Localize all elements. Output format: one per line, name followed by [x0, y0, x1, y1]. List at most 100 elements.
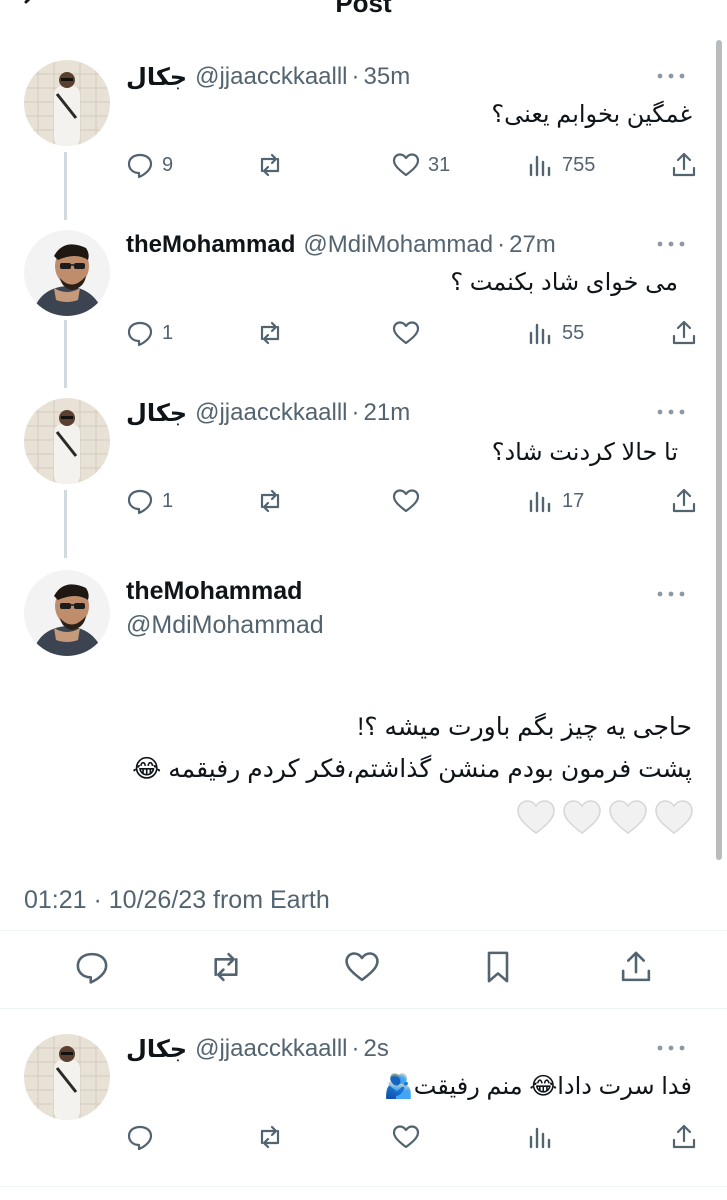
- reply-icon: [76, 952, 108, 984]
- tweet-header: جکال @jjaacckkaalll · 2s: [126, 1032, 686, 1066]
- like-button[interactable]: 31: [392, 148, 450, 182]
- scrollbar[interactable]: [716, 40, 722, 860]
- tweet-text: حاجی یه چیز بگم باورت میشه ؟! پشت فرمون …: [132, 706, 692, 790]
- more-options-icon[interactable]: [654, 402, 688, 422]
- reply-icon: [127, 321, 153, 347]
- like-count: 31: [428, 153, 451, 176]
- user-handle[interactable]: @MdiMohammad: [303, 231, 493, 259]
- like-button[interactable]: [392, 316, 428, 350]
- user-handle[interactable]: @jjaacckkaalll: [195, 63, 347, 91]
- views-button[interactable]: [526, 1120, 562, 1154]
- heart-icon: [392, 1125, 420, 1149]
- thread-line: [64, 320, 67, 388]
- retweet-icon: [260, 489, 280, 513]
- user-handle[interactable]: @jjaacckkaalll: [195, 399, 347, 427]
- tweet-text: تا حالا کردنت شاد؟: [491, 439, 678, 466]
- reply-button[interactable]: 1: [126, 484, 173, 518]
- like-button[interactable]: [392, 1120, 428, 1154]
- reply-button[interactable]: 9: [126, 148, 173, 182]
- views-icon: [529, 323, 551, 345]
- more-options-icon[interactable]: [654, 234, 688, 254]
- views-button[interactable]: 55: [526, 316, 584, 350]
- avatar[interactable]: [24, 570, 110, 656]
- reply-button[interactable]: [126, 1120, 162, 1154]
- share-icon: [672, 152, 696, 177]
- user-handle[interactable]: @MdiMohammad: [126, 608, 324, 642]
- views-icon: [529, 1127, 551, 1149]
- more-options-icon[interactable]: [654, 1038, 688, 1058]
- reply-icon: [127, 153, 153, 179]
- tweet-text: غمگین بخوابم یعنی؟: [491, 101, 692, 128]
- retweet-button[interactable]: [256, 148, 292, 182]
- top-bar: Post: [0, 0, 727, 30]
- timestamp[interactable]: 2s: [364, 1035, 389, 1063]
- heart-icon: [392, 153, 420, 177]
- tweet-text-line: پشت فرمون بودم منشن گذاشتم،فکر کردم رفیق…: [132, 755, 692, 783]
- author-info[interactable]: theMohammad @MdiMohammad: [126, 574, 324, 642]
- timestamp[interactable]: 21m: [364, 399, 411, 427]
- like-button[interactable]: [344, 950, 380, 984]
- display-name[interactable]: theMohammad: [126, 231, 295, 259]
- tweet-actions: 1 55: [126, 316, 706, 350]
- share-button[interactable]: [670, 148, 698, 182]
- tweet-meta: 01:21 · 10/26/23 from Earth: [24, 886, 330, 914]
- share-icon: [672, 1124, 696, 1149]
- view-count: 55: [562, 321, 585, 344]
- reply-button[interactable]: 1: [126, 316, 173, 350]
- bookmark-button[interactable]: [480, 950, 516, 984]
- share-icon: [672, 320, 696, 345]
- display-name[interactable]: جکال: [126, 1035, 187, 1064]
- reply-count: 9: [162, 153, 174, 176]
- share-button[interactable]: [670, 316, 698, 350]
- view-count: 755: [562, 153, 596, 176]
- share-icon: [672, 488, 696, 513]
- thread-line: [64, 152, 67, 220]
- tweet-header: theMohammad @MdiMohammad · 27m: [126, 228, 686, 262]
- retweet-button[interactable]: [256, 1120, 292, 1154]
- retweet-button[interactable]: [256, 484, 292, 518]
- timestamp[interactable]: 35m: [364, 63, 411, 91]
- separator-dot: ·: [351, 399, 360, 426]
- views-button[interactable]: 17: [526, 484, 584, 518]
- reply-icon: [127, 489, 153, 515]
- more-options-icon[interactable]: [654, 584, 688, 604]
- reply-icon: [127, 1125, 153, 1151]
- like-button[interactable]: [392, 484, 428, 518]
- tweet-actions: 1 17: [126, 484, 706, 518]
- share-button[interactable]: [670, 1120, 698, 1154]
- heart-icon: [392, 321, 420, 345]
- heart-icon: [392, 489, 420, 513]
- display-name[interactable]: جکال: [126, 399, 187, 428]
- divider: [0, 1186, 727, 1187]
- display-name[interactable]: جکال: [126, 63, 187, 92]
- retweet-button[interactable]: [208, 950, 244, 984]
- divider: [0, 1008, 727, 1009]
- views-button[interactable]: 755: [526, 148, 595, 182]
- heart-icon: [345, 952, 379, 982]
- retweet-button[interactable]: [256, 316, 292, 350]
- share-button[interactable]: [670, 484, 698, 518]
- avatar[interactable]: [24, 230, 110, 316]
- white-heart-icon: [609, 800, 647, 834]
- avatar[interactable]: [24, 60, 110, 146]
- user-handle[interactable]: @jjaacckkaalll: [195, 1035, 347, 1063]
- views-icon: [529, 155, 551, 177]
- tweet-actions: [126, 1120, 706, 1154]
- share-icon: [621, 951, 651, 982]
- separator-dot: ·: [351, 1035, 360, 1062]
- timestamp[interactable]: 27m: [509, 231, 556, 259]
- reply-count: 1: [162, 321, 174, 344]
- display-name[interactable]: theMohammad: [126, 574, 316, 608]
- reply-count: 1: [162, 489, 174, 512]
- more-options-icon[interactable]: [654, 66, 688, 86]
- retweet-icon: [260, 153, 280, 177]
- tweet-text: می خوای شاد بکنمت ؟: [450, 269, 678, 296]
- divider: [0, 930, 727, 931]
- reply-button[interactable]: [74, 950, 110, 984]
- tweet-actions: 9 31 755: [126, 148, 706, 182]
- views-icon: [529, 491, 551, 513]
- share-button[interactable]: [618, 950, 654, 984]
- white-heart-icon: [655, 800, 693, 834]
- avatar[interactable]: [24, 1034, 110, 1120]
- avatar[interactable]: [24, 398, 110, 484]
